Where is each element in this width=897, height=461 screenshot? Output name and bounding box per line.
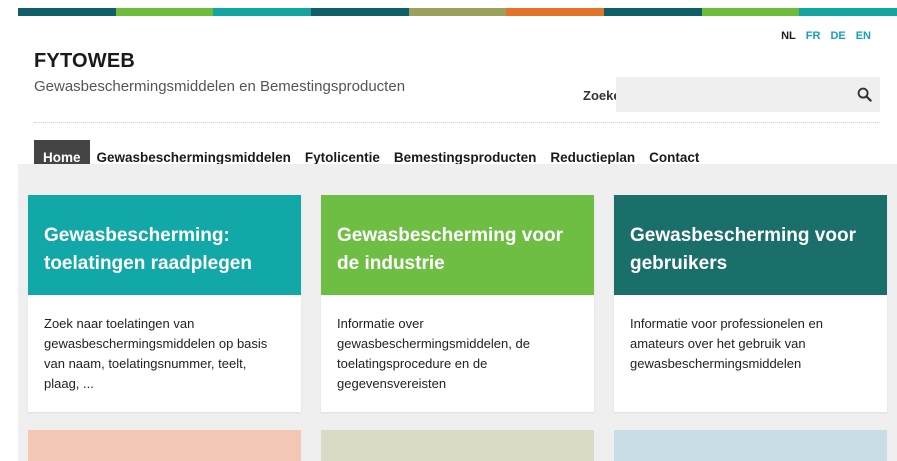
card-toelatingen[interactable]: Gewasbescherming: toelatingen raadplegen… bbox=[28, 195, 301, 412]
site-subtitle: Gewasbeschermingsmiddelen en Bemestingsp… bbox=[34, 78, 406, 95]
card-title[interactable]: Gewasbescherming voor de industrie bbox=[337, 222, 578, 277]
stripe-segment bbox=[506, 8, 605, 16]
search-box bbox=[616, 77, 880, 112]
main-content: Gewasbescherming: toelatingen raadplegen… bbox=[18, 164, 897, 461]
card-description: Informatie voor professionelen en amateu… bbox=[630, 316, 823, 372]
card-title[interactable]: Gewasbescherming voor gebruikers bbox=[630, 222, 871, 277]
lang-fr-link[interactable]: FR bbox=[806, 30, 821, 42]
stripe-segment bbox=[18, 8, 116, 16]
stripe-segment bbox=[115, 8, 214, 16]
card-header: Gewasbescherming: toelatingen raadplegen bbox=[28, 195, 301, 295]
nav-divider bbox=[34, 122, 880, 123]
lang-nl-link[interactable]: NL bbox=[781, 30, 796, 42]
search-button[interactable] bbox=[848, 77, 880, 112]
site-header: FYTOWEB Gewasbeschermingsmiddelen en Bem… bbox=[18, 16, 897, 176]
card-partial[interactable] bbox=[28, 430, 301, 461]
card-partial[interactable] bbox=[321, 430, 594, 461]
card-description: Informatie over gewasbeschermingsmiddele… bbox=[337, 316, 530, 392]
stripe-segment bbox=[408, 8, 507, 16]
card-gebruikers[interactable]: Gewasbescherming voor gebruikers Informa… bbox=[614, 195, 887, 412]
search-icon bbox=[857, 87, 872, 102]
stripe-segment bbox=[701, 8, 800, 16]
lang-en-link[interactable]: EN bbox=[856, 30, 871, 42]
card-industrie[interactable]: Gewasbescherming voor de industrie Infor… bbox=[321, 195, 594, 412]
language-switcher: NL FR DE EN bbox=[781, 30, 871, 42]
lang-de-link[interactable]: DE bbox=[830, 30, 845, 42]
top-color-stripe bbox=[18, 8, 897, 16]
site-title[interactable]: FYTOWEB bbox=[34, 50, 135, 73]
card-header: Gewasbescherming voor de industrie bbox=[321, 195, 594, 295]
card-header: Gewasbescherming voor gebruikers bbox=[614, 195, 887, 295]
card-partial[interactable] bbox=[614, 430, 887, 461]
stripe-segment bbox=[311, 8, 409, 16]
card-description: Zoek naar toelatingen van gewasbeschermi… bbox=[44, 316, 268, 392]
search-input[interactable] bbox=[616, 77, 846, 112]
stripe-segment bbox=[213, 8, 312, 16]
stripe-segment bbox=[604, 8, 702, 16]
stripe-segment bbox=[799, 8, 897, 16]
card-title[interactable]: Gewasbescherming: toelatingen raadplegen bbox=[44, 222, 285, 277]
